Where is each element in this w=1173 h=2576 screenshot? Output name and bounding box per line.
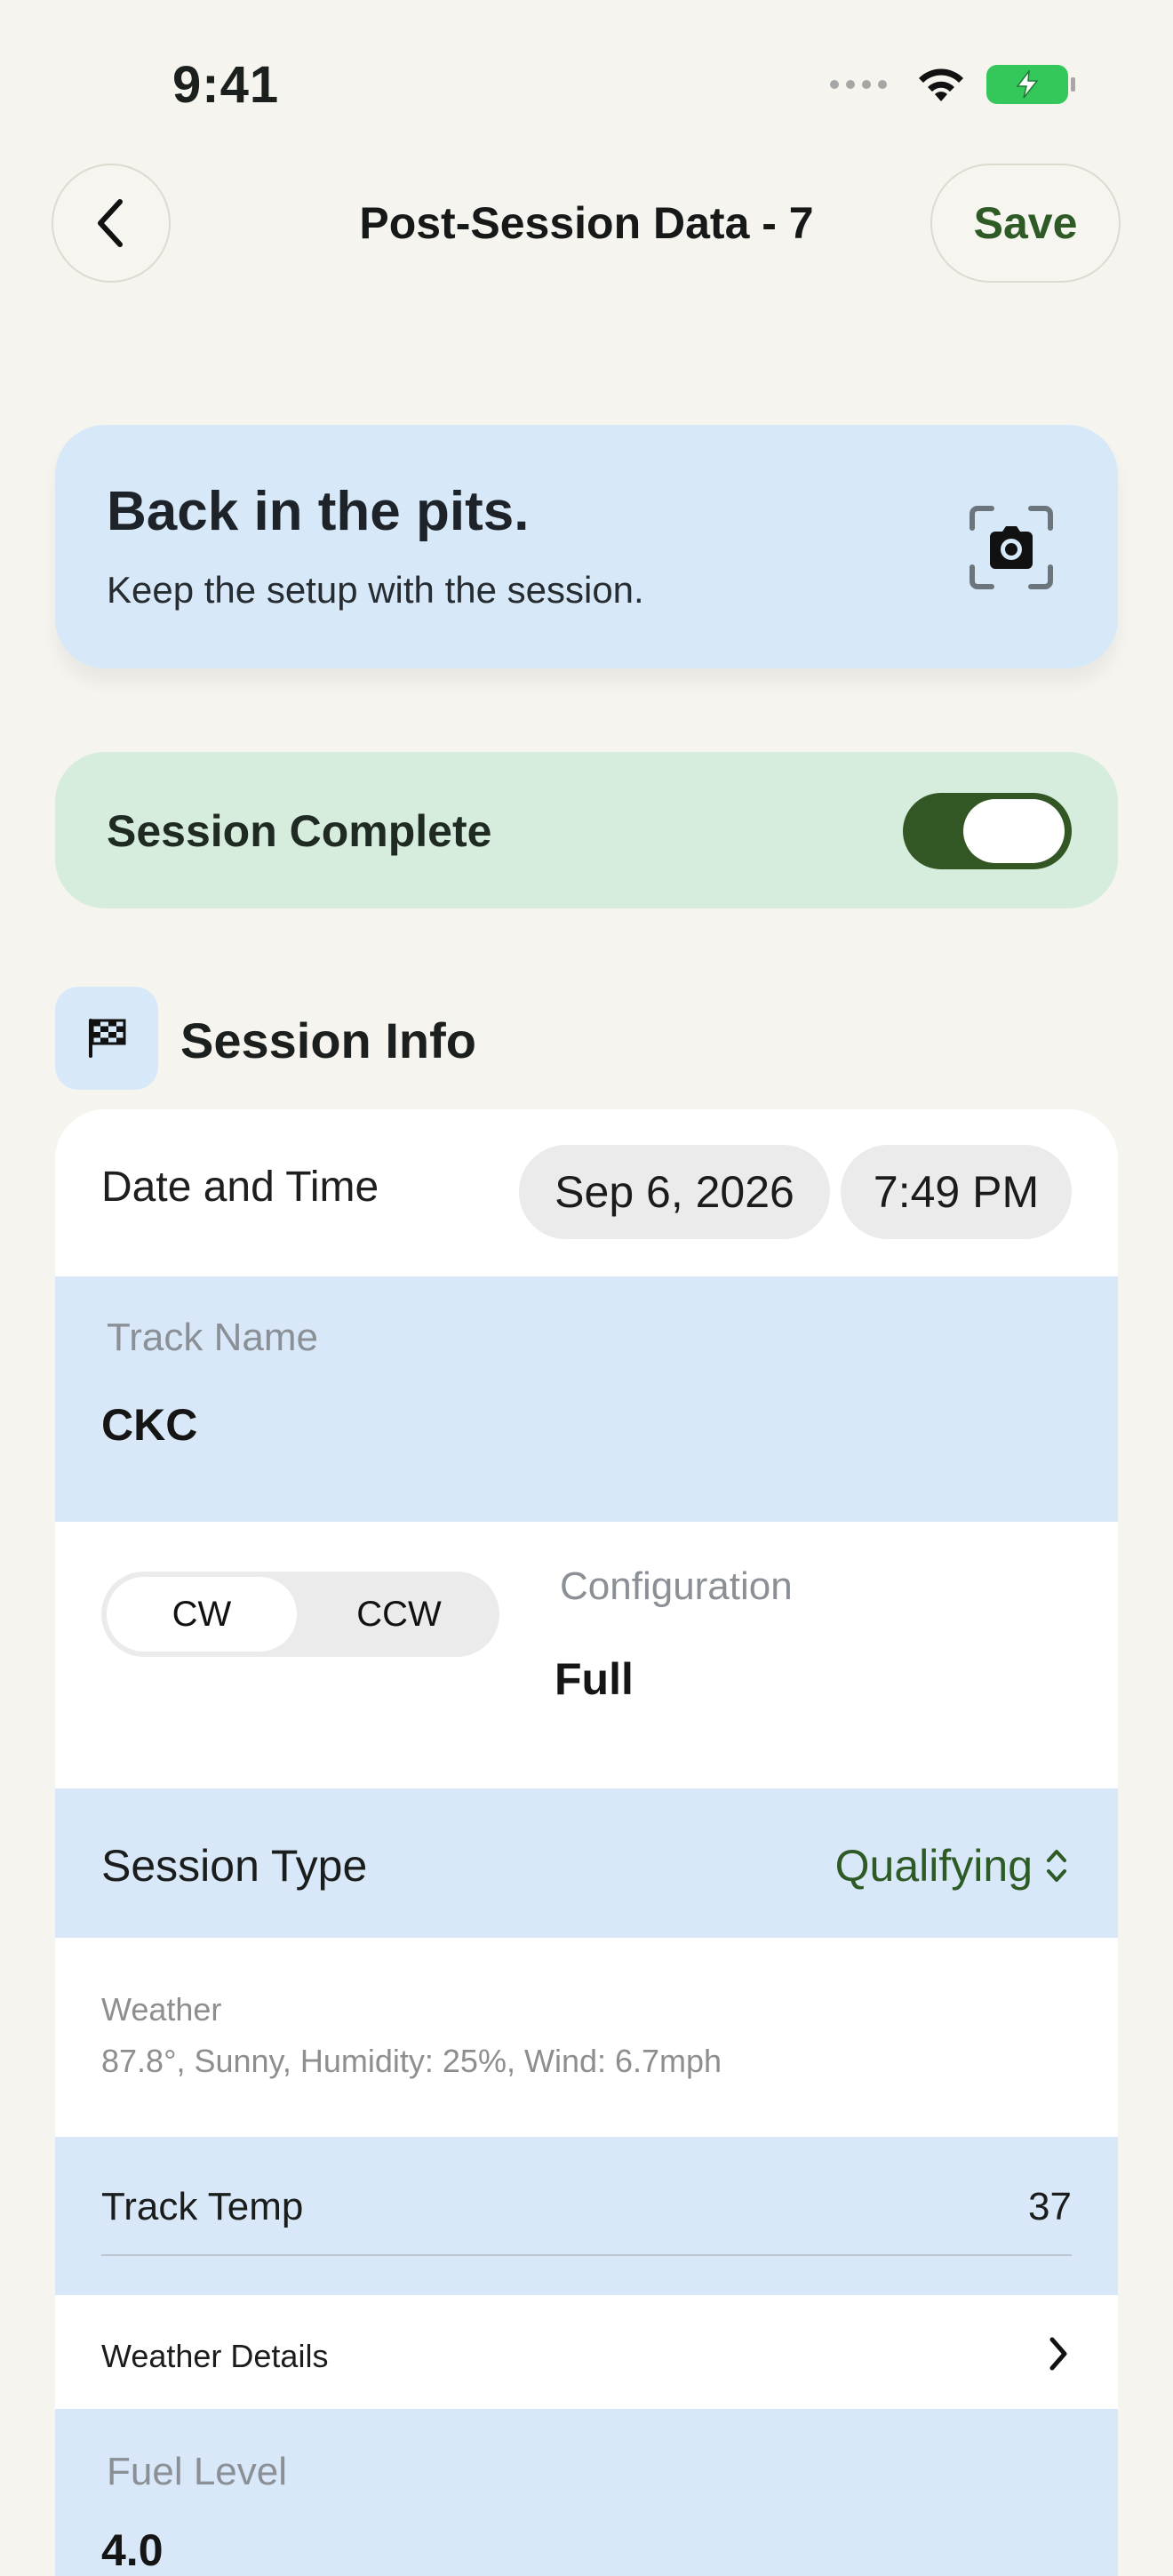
weather-row: Weather 87.8°, Sunny, Humidity: 25%, Win…: [55, 1938, 1118, 2137]
configuration-value[interactable]: Full: [555, 1653, 634, 1705]
session-complete-label: Session Complete: [107, 806, 492, 856]
track-name-label: Track Name: [107, 1316, 318, 1359]
weather-label: Weather: [101, 1991, 222, 2028]
section-title: Session Info: [180, 1012, 476, 1068]
battery-charging-icon: [986, 65, 1075, 104]
weather-details-row[interactable]: Weather Details: [55, 2295, 1118, 2409]
hero-title: Back in the pits.: [107, 481, 530, 542]
fuel-level-field[interactable]: Fuel Level 4.0: [55, 2409, 1118, 2576]
hero-card: [55, 425, 1118, 668]
chevron-up-down-icon: [1047, 1850, 1066, 1882]
track-temp-label: Track Temp: [101, 2185, 304, 2228]
track-temp-value[interactable]: 37: [1028, 2185, 1072, 2229]
date-time-row: Date and Time Sep 6, 2026 7:49 PM: [55, 1109, 1118, 1276]
time-picker[interactable]: 7:49 PM: [841, 1145, 1072, 1239]
track-temp-underline: [101, 2254, 1072, 2256]
direction-option-cw[interactable]: CW: [107, 1577, 297, 1652]
checkered-flag-icon: [89, 1019, 126, 1058]
status-icons: [830, 64, 1075, 105]
toggle-knob: [963, 799, 1065, 863]
camera-scan-icon: [970, 506, 1053, 589]
chevron-right-icon: [1049, 2337, 1067, 2371]
configuration-label: Configuration: [560, 1564, 793, 1608]
date-picker[interactable]: Sep 6, 2026: [519, 1145, 830, 1239]
fuel-level-value: 4.0: [101, 2525, 164, 2575]
hero-subtitle: Keep the setup with the session.: [107, 569, 644, 611]
track-name-value: CKC: [101, 1400, 198, 1450]
direction-option-ccw[interactable]: CCW: [304, 1577, 494, 1652]
fuel-level-label: Fuel Level: [107, 2450, 288, 2493]
section-icon-badge: [55, 987, 158, 1090]
track-temp-row[interactable]: Track Temp 37: [55, 2137, 1118, 2295]
wifi-icon: [919, 68, 963, 101]
track-name-field[interactable]: Track Name CKC: [55, 1276, 1118, 1522]
date-time-label: Date and Time: [101, 1164, 379, 1211]
camera-scan-button[interactable]: [967, 503, 1056, 592]
weather-value: 87.8°, Sunny, Humidity: 25%, Wind: 6.7mp…: [101, 2043, 722, 2079]
direction-config-row: CW CCW Configuration Full: [55, 1522, 1118, 1788]
status-time: 9:41: [172, 56, 280, 114]
direction-segmented-control: CW CCW: [101, 1572, 499, 1657]
signal-dots-icon: [830, 80, 887, 89]
session-type-picker[interactable]: Qualifying: [835, 1840, 1068, 1892]
save-button[interactable]: Save: [930, 164, 1121, 283]
session-type-value: Qualifying: [834, 1841, 1033, 1891]
session-type-row: Session Type Qualifying: [55, 1788, 1118, 1938]
session-complete-toggle[interactable]: [903, 793, 1072, 869]
weather-details-label: Weather Details: [101, 2338, 329, 2374]
session-info-card: Date and Time Sep 6, 2026 7:49 PM Track …: [55, 1109, 1118, 2576]
session-type-label: Session Type: [101, 1841, 368, 1891]
